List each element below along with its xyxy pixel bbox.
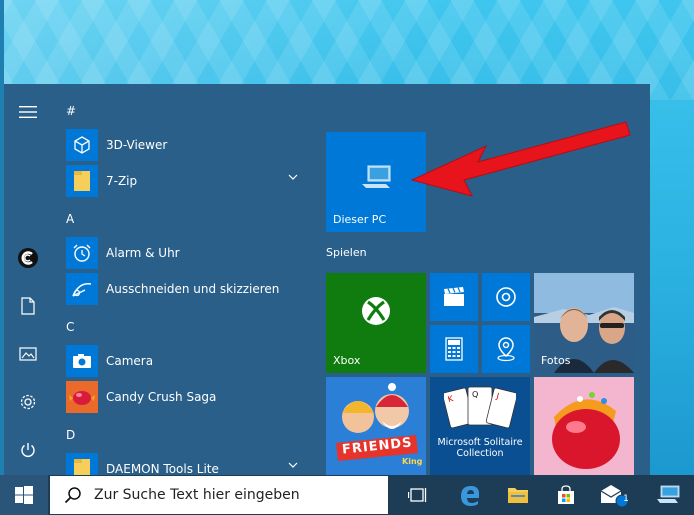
start-menu: # 3D-Viewer 7-Zip A Alarm & Uhr Ausschne… [4,84,650,475]
taskbar: Zur Suche Text hier eingeben 1 [0,475,694,515]
tile-movies[interactable] [430,273,478,321]
task-view-icon [408,488,427,502]
xbox-icon [362,297,390,325]
tile-label: Fotos [541,354,571,367]
tile-maps[interactable] [482,325,530,373]
document-icon [21,297,35,315]
app-item-camera[interactable]: Camera [66,344,306,378]
pictures-icon [19,347,37,361]
start-rail [4,84,52,475]
app-label: Alarm & Uhr [106,246,180,260]
settings-button[interactable] [4,382,52,422]
section-letter[interactable]: # [66,104,76,118]
folder-icon [508,488,528,503]
map-pin-icon [497,337,515,362]
search-icon [64,487,81,504]
settings-icon [20,394,36,410]
app-label: Ausschneiden und skizzieren [106,282,280,296]
mail-badge: 1 [623,494,629,504]
music-disc-icon [496,287,516,307]
computer-icon [362,165,391,188]
search-input[interactable]: Zur Suche Text hier eingeben [50,476,388,514]
hamburger-menu-button[interactable] [4,92,52,132]
app-label: 7-Zip [106,174,138,188]
search-placeholder: Zur Suche Text hier eingeben [94,487,300,503]
hamburger-icon [19,106,37,118]
store-button[interactable] [542,475,590,515]
app-label: 3D-Viewer [106,138,168,152]
tile-dieser-pc[interactable]: Dieser PC [326,132,426,232]
playing-cards-icon: K Q J [444,386,516,429]
calculator-icon [445,337,463,361]
tile-calculator[interactable] [430,325,478,373]
king-badge: King [402,457,423,466]
tile-label: Microsoft Solitaire Collection [437,437,523,459]
folder-icon [66,453,98,475]
app-label: Candy Crush Saga [106,390,217,404]
app-item-3d-viewer[interactable]: 3D-Viewer [66,128,306,162]
edge-icon [461,486,480,506]
file-explorer-button[interactable] [494,475,542,515]
app-item-daemon-tools[interactable]: DAEMON Tools Lite [66,452,306,475]
tile-label: Xbox [333,354,361,367]
network-tray-button[interactable] [642,475,694,515]
tile-groove-music[interactable] [482,273,530,321]
tile-candy-crush-saga[interactable] [534,377,634,475]
edge-button[interactable] [446,475,494,515]
app-item-candy-crush[interactable]: Candy Crush Saga [66,380,306,414]
mail-button[interactable]: 1 [590,475,638,515]
windows-logo-icon [15,486,33,504]
tile-solitaire[interactable]: K Q J Microsoft Solitaire Collection [430,377,530,475]
app-label: Camera [106,354,154,368]
app-label: DAEMON Tools Lite [106,462,219,475]
app-item-alarm[interactable]: Alarm & Uhr [66,236,306,270]
section-letter[interactable]: A [66,212,74,226]
chevron-down-icon[interactable] [288,174,298,180]
tile-label: Dieser PC [333,213,387,226]
tile-group-title[interactable]: Spielen [326,246,367,259]
tile-fotos[interactable]: Fotos [534,273,634,373]
cube-icon [66,129,98,161]
ccleaner-icon [18,248,38,268]
svg-text:Q: Q [472,390,478,399]
app-item-snip-sketch[interactable]: Ausschneiden und skizzieren [66,272,306,306]
alarm-clock-icon [66,237,98,269]
clapperboard-icon [444,287,464,306]
snip-sketch-icon [66,273,98,305]
tile-xbox[interactable]: Xbox [326,273,426,373]
pictures-button[interactable] [4,334,52,374]
app-list: # 3D-Viewer 7-Zip A Alarm & Uhr Ausschne… [52,84,316,475]
candy-icon [66,381,98,413]
store-bag-icon [558,485,574,504]
app-item-7zip[interactable]: 7-Zip [66,164,306,198]
power-icon [21,443,35,457]
folder-icon [66,165,98,197]
start-button[interactable] [0,475,48,515]
section-letter[interactable]: C [66,320,74,334]
desktop-computer-icon [657,485,680,503]
chevron-down-icon[interactable] [288,462,298,468]
power-button[interactable] [4,430,52,470]
section-letter[interactable]: D [66,428,75,442]
task-view-button[interactable] [394,475,442,515]
documents-button[interactable] [4,286,52,326]
camera-icon [66,345,98,377]
candy-art [534,377,634,475]
ccleaner-button[interactable] [4,238,52,278]
tile-candy-crush-friends[interactable]: FRIENDS King [326,377,426,475]
